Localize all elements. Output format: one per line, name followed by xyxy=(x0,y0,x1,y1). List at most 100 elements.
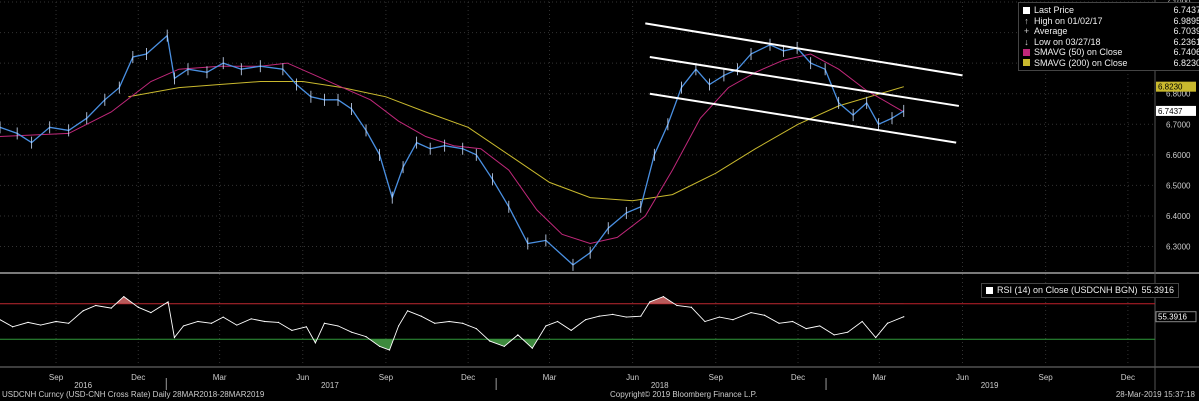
rsi-point xyxy=(732,319,734,321)
rsi-point xyxy=(277,321,279,323)
month-tick-label: Mar xyxy=(543,373,557,382)
rsi-point xyxy=(337,325,339,327)
rsi-legend-value: 55.3916 xyxy=(1141,285,1175,295)
month-tick-label: Sep xyxy=(1039,373,1054,382)
smavg-50-line xyxy=(0,53,905,245)
rsi-point xyxy=(750,312,752,314)
rsi-point xyxy=(718,316,720,318)
rsi-point xyxy=(388,349,391,351)
legend-value: 6.8230 xyxy=(1173,57,1199,68)
rsi-point xyxy=(123,295,125,298)
rsi-point xyxy=(819,325,821,327)
smavg-200-line xyxy=(128,81,904,202)
month-tick-label: Dec xyxy=(461,373,475,382)
legend-value: 6.2361 xyxy=(1173,36,1199,47)
channel-lower-trendline xyxy=(649,92,957,144)
rsi-line xyxy=(0,296,904,351)
rsi-point xyxy=(323,322,326,324)
rsi-point xyxy=(489,340,491,342)
rsi-point xyxy=(649,301,651,303)
price-tick-label: 6.7000 xyxy=(1166,120,1191,129)
rsi-point xyxy=(625,316,627,318)
legend-marker-icon: + xyxy=(1023,26,1030,36)
month-tick-label: Dec xyxy=(1121,373,1135,382)
legend-label: Last Price xyxy=(1034,5,1075,15)
chart-legend: Last Price 6.7437 ↑ High on 01/02/17 6.9895 +… xyxy=(1018,2,1199,71)
footer-security: USDCNH Curncy (USD-CNH Cross Rate) Daily… xyxy=(2,390,265,399)
rsi-point xyxy=(264,320,266,323)
rsi-point xyxy=(167,301,169,303)
rsi-point xyxy=(420,315,422,317)
legend-entry: ↓ Low on 03/27/18 6.2361 xyxy=(1023,37,1199,48)
footer-copyright: Copyright© 2019 Bloomberg Finance L.P. xyxy=(610,390,758,399)
rsi-legend: RSI (14) on Close (USDCNH BGN) 55.3916 xyxy=(981,283,1180,298)
price-tick-label: 6.3000 xyxy=(1166,243,1191,252)
rsi-point xyxy=(531,347,533,349)
legend-entry: SMAVG (50) on Close 6.7406 xyxy=(1023,47,1199,58)
price-tick-label: 6.4000 xyxy=(1166,212,1191,221)
rsi-point xyxy=(875,336,877,339)
rsi-point xyxy=(95,304,97,307)
rsi-point xyxy=(690,306,692,308)
rsi-point xyxy=(462,322,464,324)
rsi-point xyxy=(570,329,572,331)
rsi-point xyxy=(704,320,706,323)
price-tag-label: 6.7437 xyxy=(1158,107,1183,116)
legend-swatch xyxy=(1023,6,1030,14)
rsi-point xyxy=(12,326,14,328)
rsi-point xyxy=(182,325,185,327)
rsi-point xyxy=(68,322,70,324)
rsi-point xyxy=(210,322,213,324)
rsi-point xyxy=(517,334,519,336)
rsi-point xyxy=(861,320,863,323)
month-tick-label: Jun xyxy=(626,373,639,382)
rsi-point xyxy=(448,320,450,323)
rsi-point xyxy=(378,345,381,348)
rsi-point xyxy=(197,320,199,323)
year-tick-label: 2016 xyxy=(74,381,92,390)
legend-swatch xyxy=(1023,59,1030,67)
rsi-legend-swatch xyxy=(986,286,993,294)
rsi-point xyxy=(236,324,238,326)
rsi-point xyxy=(434,322,436,324)
rsi-point xyxy=(847,331,849,333)
price-tick-label: 6.6000 xyxy=(1166,151,1191,160)
legend-label: Average xyxy=(1034,26,1068,36)
price-tick-label: 6.5000 xyxy=(1166,181,1191,190)
legend-entry: Last Price 6.7437 xyxy=(1023,5,1199,16)
month-tick-label: Mar xyxy=(872,373,886,382)
rsi-point xyxy=(640,315,642,317)
channel-middle-trendline xyxy=(649,56,960,107)
rsi-point xyxy=(173,336,176,339)
rsi-legend-label: RSI (14) on Close (USDCNH BGN) xyxy=(997,285,1138,295)
rsi-oversold-fill xyxy=(0,339,904,350)
rsi-point xyxy=(305,326,307,328)
month-tick-label: Jun xyxy=(956,373,969,382)
rsi-point xyxy=(886,322,889,324)
legend-label: SMAVG (50) on Close xyxy=(1034,47,1123,57)
legend-label: SMAVG (200) on Close xyxy=(1034,57,1128,68)
rsi-point xyxy=(397,325,400,327)
legend-marker-icon: ↑ xyxy=(1024,15,1029,26)
legend-value: 6.9895 xyxy=(1173,15,1199,26)
rsi-point xyxy=(585,319,587,321)
rsi-point xyxy=(291,329,293,331)
channel-upper-trendline xyxy=(645,22,963,77)
rsi-point xyxy=(406,310,409,312)
month-tick-label: Sep xyxy=(379,373,394,382)
rsi-point xyxy=(598,315,600,317)
month-tick-label: Dec xyxy=(131,373,145,382)
rsi-point xyxy=(557,320,559,323)
price-tag-label: 6.8230 xyxy=(1158,83,1183,92)
rsi-point xyxy=(55,320,57,323)
rsi-point xyxy=(503,345,505,348)
rsi-point xyxy=(350,331,353,333)
legend-value: 6.7437 xyxy=(1173,5,1199,15)
month-tick-label: Sep xyxy=(49,373,64,382)
rsi-point xyxy=(612,313,614,315)
footer-timestamp: 28-Mar-2019 15:37:18 xyxy=(1115,390,1195,399)
rsi-point xyxy=(805,328,807,330)
rsi-point xyxy=(903,316,905,318)
last-price-line xyxy=(0,34,905,266)
rsi-point xyxy=(314,342,317,344)
